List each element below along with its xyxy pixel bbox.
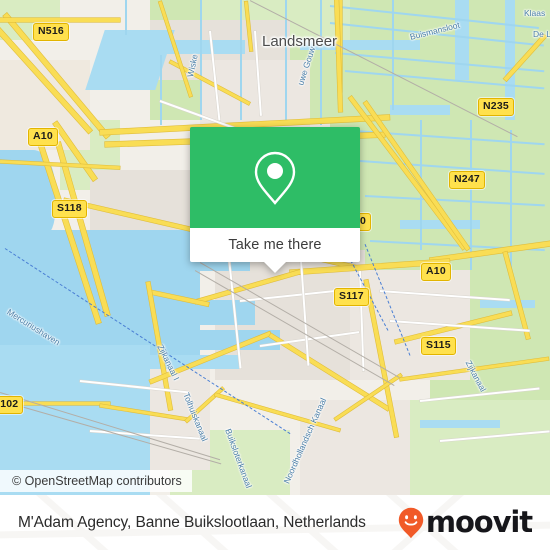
location-title: M'Adam Agency, Banne Buikslootlaan, Neth… xyxy=(18,513,366,531)
road-shield: S117 xyxy=(334,288,369,306)
road-shield: S115 xyxy=(421,337,456,355)
moovit-pin-smiley-icon xyxy=(398,507,424,538)
water-body xyxy=(150,330,280,350)
moovit-wordmark: moovit xyxy=(425,505,533,539)
screenshot-root: Wiske uwe Gouw Buismansloot Klaas De L Mercur… xyxy=(0,0,550,550)
feature-label: Klaas xyxy=(524,8,546,18)
road-shield: S102 xyxy=(0,396,24,414)
canal-line xyxy=(470,120,472,270)
road-shield: N516 xyxy=(33,23,69,41)
map-canvas[interactable]: Wiske uwe Gouw Buismansloot Klaas De L Mercur… xyxy=(0,0,550,495)
canal-line xyxy=(160,55,162,125)
map-attribution[interactable]: © OpenStreetMap contributors xyxy=(0,470,192,492)
water-body xyxy=(420,420,500,428)
canal-line xyxy=(320,0,322,125)
place-label: Landsmeer xyxy=(262,33,338,50)
canal-line xyxy=(392,0,394,110)
canal-line xyxy=(510,130,512,280)
card-footer[interactable]: Take me there xyxy=(190,228,360,262)
road-shield: N235 xyxy=(478,98,514,116)
take-me-there-card[interactable]: Take me there xyxy=(190,127,360,273)
road-shield: N247 xyxy=(449,171,485,189)
canal-line xyxy=(200,0,202,120)
canal-line xyxy=(125,0,127,35)
road-shield: A10 xyxy=(421,263,451,281)
road-shield: S118 xyxy=(52,200,87,218)
feature-label: De L xyxy=(533,29,550,39)
water-body xyxy=(390,105,450,115)
canal-line xyxy=(240,0,242,120)
water-body xyxy=(455,0,469,80)
card-pointer-tail xyxy=(264,262,286,273)
water-body xyxy=(480,300,535,308)
road-shield: A10 xyxy=(28,128,58,146)
page-footer: M'Adam Agency, Banne Buikslootlaan, Neth… xyxy=(0,495,550,550)
water-body xyxy=(400,220,480,229)
moovit-logo[interactable]: moovit xyxy=(398,505,533,539)
map-pin-icon xyxy=(254,151,296,205)
take-me-there-label: Take me there xyxy=(228,237,322,253)
attribution-text: © OpenStreetMap contributors xyxy=(12,474,182,488)
card-header xyxy=(190,127,360,228)
road-segment xyxy=(0,18,120,22)
